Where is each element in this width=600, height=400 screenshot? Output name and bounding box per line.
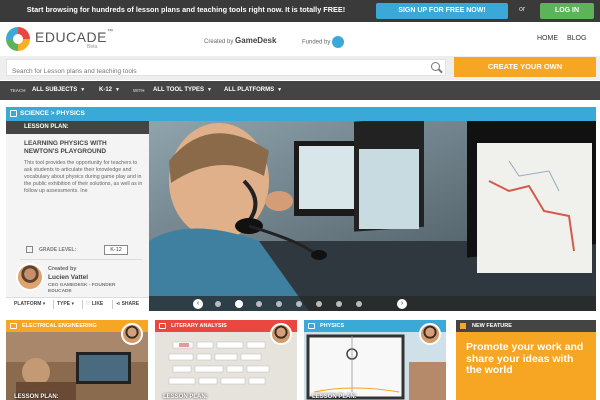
- carousel-dot-active[interactable]: [235, 300, 243, 308]
- carousel-controls: ‹ ›: [149, 296, 596, 311]
- featured-hero-image[interactable]: [149, 121, 596, 311]
- platforms-dropdown[interactable]: ALL PLATFORMS ▼: [224, 87, 282, 93]
- category-icon: [308, 323, 315, 329]
- grade-level-icon: [26, 246, 33, 253]
- share-button[interactable]: ⋖ SHARE: [116, 301, 139, 307]
- created-by[interactable]: Created by GameDesk: [204, 36, 276, 45]
- author-avatar[interactable]: [419, 323, 441, 345]
- search-input[interactable]: [7, 64, 417, 79]
- grade-level-label: GRADE LEVEL:: [39, 247, 77, 253]
- chevron-down-icon: ▾: [71, 301, 74, 307]
- chevron-down-icon: ▾: [42, 301, 46, 307]
- carousel-dot[interactable]: [316, 301, 322, 307]
- search-icon[interactable]: [431, 62, 440, 71]
- carousel-dot[interactable]: [215, 301, 221, 307]
- teach-label: TEACH: [10, 88, 26, 93]
- lesson-card-physics[interactable]: PHYSICS LESSON PLAN:: [304, 320, 446, 400]
- promo-message: Start browsing for hundreds of lesson pl…: [26, 5, 346, 14]
- platform-dropdown[interactable]: PLATFORM ▾: [14, 301, 45, 307]
- carousel-prev-arrow-icon[interactable]: ‹: [193, 299, 203, 309]
- featured-lesson-panel: LESSON PLAN: LEARNING PHYSICS WITH NEWTO…: [6, 121, 149, 310]
- heart-icon: ♡: [86, 301, 91, 307]
- like-button[interactable]: ♡ LIKE: [86, 301, 103, 307]
- lesson-description: This tool provides the opportunity for t…: [24, 160, 143, 194]
- author-avatar[interactable]: [121, 323, 143, 345]
- carousel-dot[interactable]: [256, 301, 262, 307]
- category-icon: [159, 323, 166, 329]
- carousel-next-arrow-icon[interactable]: ›: [397, 299, 407, 309]
- type-dropdown[interactable]: TYPE ▾: [57, 301, 74, 307]
- lesson-card-literary-analysis[interactable]: LITERARY ANALYSIS LESSON PLAN:: [155, 320, 297, 400]
- logo-wordmark[interactable]: EDUCADE™: [35, 29, 113, 45]
- new-feature-promo[interactable]: NEW FEATURE Promote your work and share …: [456, 320, 596, 400]
- grade-level-value: K-12: [104, 245, 128, 255]
- gamedesk-logo: GameDesk: [235, 36, 277, 45]
- promo-header: NEW FEATURE: [456, 320, 596, 332]
- divider: [20, 259, 142, 260]
- login-button[interactable]: LOG IN: [540, 3, 594, 19]
- nav-blog-link[interactable]: BLOG: [567, 35, 586, 42]
- carousel-dot[interactable]: [276, 301, 282, 307]
- category-icon: [10, 110, 17, 117]
- author-role: CEO GAMEDESK - FOUNDER EDUCADE: [48, 283, 116, 294]
- logo-icon[interactable]: [6, 27, 30, 51]
- lesson-card-electrical-engineering[interactable]: ELECTRICAL ENGINEERING LESSON PLAN:: [6, 320, 148, 400]
- carousel-dot[interactable]: [336, 301, 342, 307]
- created-by-label: Created by: [48, 266, 77, 272]
- tool-types-dropdown[interactable]: ALL TOOL TYPES ▼: [153, 87, 212, 93]
- search-box: [6, 59, 446, 79]
- att-logo-icon: [332, 36, 345, 48]
- author-avatar[interactable]: [16, 263, 44, 291]
- nav-home-link[interactable]: HOME: [537, 35, 558, 42]
- lesson-title[interactable]: LEARNING PHYSICS WITH NEWTON'S PLAYGROUN…: [24, 140, 139, 156]
- funded-by[interactable]: Funded by: [302, 36, 345, 48]
- or-label: or: [519, 6, 526, 13]
- chevron-down-icon: ▼: [115, 87, 120, 93]
- share-icon: ⋖: [116, 301, 121, 307]
- lesson-plan-label: LESSON PLAN:: [6, 121, 149, 134]
- chevron-down-icon: ▼: [277, 87, 283, 93]
- card-footer-label: LESSON PLAN:: [163, 394, 208, 400]
- chevron-down-icon: ▼: [80, 87, 86, 93]
- promo-text: Promote your work and share your ideas w…: [466, 341, 584, 376]
- filter-bar: TEACH ALL SUBJECTS ▼ K-12 ▼ WITH ALL TOOL …: [0, 81, 600, 100]
- create-your-own-button[interactable]: CREATE YOUR OWN: [454, 57, 596, 77]
- category-icon: [10, 323, 17, 329]
- carousel-dot[interactable]: [296, 301, 302, 307]
- breadcrumb[interactable]: SCIENCE > PHYSICS: [6, 107, 596, 121]
- author-name[interactable]: Lucien Vattel: [48, 274, 88, 281]
- top-banner: Start browsing for hundreds of lesson pl…: [0, 0, 600, 22]
- signup-button[interactable]: SIGN UP FOR FREE NOW!: [376, 3, 508, 19]
- feature-icon: [460, 323, 466, 329]
- chevron-down-icon: ▼: [207, 87, 212, 93]
- subjects-dropdown[interactable]: ALL SUBJECTS ▼: [32, 87, 85, 93]
- carousel-dot[interactable]: [356, 301, 362, 307]
- lesson-action-bar: PLATFORM ▾ TYPE ▾ ♡ LIKE ⋖ SHARE: [6, 297, 149, 310]
- author-avatar[interactable]: [270, 323, 292, 345]
- beta-label: Beta: [87, 44, 98, 50]
- grade-dropdown[interactable]: K-12 ▼: [99, 87, 120, 93]
- card-footer-label: LESSON PLAN:: [312, 394, 357, 400]
- with-label: WITH: [133, 88, 145, 93]
- card-footer-label: LESSON PLAN:: [14, 394, 59, 400]
- hero-photo: [149, 121, 596, 311]
